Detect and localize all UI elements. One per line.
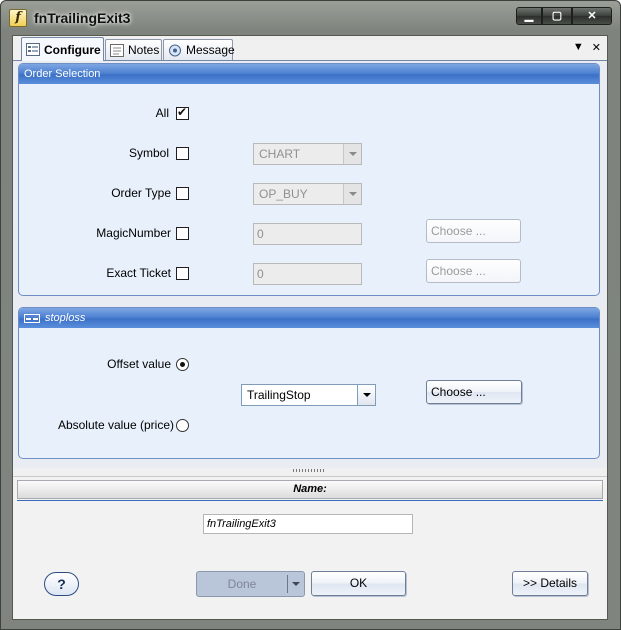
stoploss-title: stoploss: [45, 312, 86, 324]
symbol-combo-value: CHART: [259, 147, 301, 161]
exact-ticket-choose-button[interactable]: Choose ...: [426, 259, 521, 283]
offset-value-radio[interactable]: [176, 358, 189, 371]
title-bar[interactable]: f fnTrailingExit3 ▁ ▢ ✕: [1, 1, 620, 35]
magic-number-field[interactable]: 0: [253, 223, 362, 245]
grip-icon: [293, 469, 325, 472]
symbol-combo[interactable]: CHART: [253, 143, 362, 165]
dialog-client-area: Configure Notes Message ▼ ✕ Order Select…: [12, 35, 608, 620]
offset-value-combo[interactable]: TrailingStop: [241, 384, 376, 406]
configure-panel: Order Selection All Symbol CHART Order T…: [13, 60, 607, 468]
stoploss-header[interactable]: stoploss: [19, 308, 599, 328]
name-divider: [17, 500, 603, 501]
absolute-value-label: Absolute value (price): [57, 418, 174, 432]
minimize-button[interactable]: ▁: [516, 7, 542, 25]
chevron-down-icon: [343, 184, 361, 204]
offset-value-combo-value: TrailingStop: [247, 388, 311, 402]
tab-message[interactable]: Message: [163, 39, 235, 60]
order-type-checkbox[interactable]: [176, 187, 189, 200]
exact-ticket-label: Exact Ticket: [106, 266, 171, 280]
order-type-combo[interactable]: OP_BUY: [253, 183, 362, 205]
close-icon: ✕: [587, 10, 597, 22]
tab-configure[interactable]: Configure: [21, 37, 104, 61]
window-title: fnTrailingExit3: [34, 10, 131, 26]
chevron-down-icon: [343, 144, 361, 164]
help-button[interactable]: ?: [44, 572, 79, 596]
chevron-down-icon: [357, 385, 375, 405]
tab-menu-icon[interactable]: ▼: [573, 41, 584, 54]
tab-notes-label: Notes: [128, 43, 160, 57]
symbol-label: Symbol: [128, 146, 169, 160]
order-type-label: Order Type: [111, 186, 171, 200]
tab-close-icon[interactable]: ✕: [592, 41, 601, 54]
tab-notes[interactable]: Notes: [105, 39, 162, 60]
minimize-icon: ▁: [524, 10, 534, 22]
message-icon: [168, 44, 182, 57]
maximize-button[interactable]: ▢: [542, 7, 572, 25]
magic-number-label: MagicNumber: [96, 226, 171, 240]
tab-strip: Configure Notes Message ▼ ✕: [13, 36, 607, 61]
absolute-value-radio[interactable]: [176, 419, 189, 432]
order-type-combo-value: OP_BUY: [259, 187, 308, 201]
exact-ticket-checkbox[interactable]: [176, 267, 189, 280]
window-controls: ▁ ▢ ✕: [516, 7, 612, 25]
symbol-checkbox[interactable]: [176, 147, 189, 160]
tab-message-label: Message: [186, 43, 235, 57]
configure-icon: [26, 43, 40, 56]
order-selection-header: Order Selection: [19, 64, 599, 84]
done-button[interactable]: Done: [197, 572, 287, 596]
chevron-down-icon[interactable]: [288, 572, 304, 596]
stoploss-group: stoploss Offset value TrailingStop Choos…: [18, 307, 600, 459]
name-field[interactable]: fnTrailingExit3: [203, 514, 413, 534]
maximize-icon: ▢: [551, 10, 563, 22]
name-header: Name:: [17, 480, 603, 499]
application-window: f fnTrailingExit3 ▁ ▢ ✕ Configure Notes …: [0, 0, 621, 630]
panel-splitter[interactable]: [13, 468, 607, 476]
close-button[interactable]: ✕: [572, 7, 612, 25]
all-checkbox[interactable]: [176, 105, 189, 120]
offset-value-choose-button[interactable]: Choose ...: [426, 380, 522, 404]
all-label: All: [155, 106, 169, 120]
notes-icon: [110, 43, 124, 57]
offset-value-label: Offset value: [107, 357, 171, 371]
magic-number-checkbox[interactable]: [176, 227, 189, 240]
ok-button[interactable]: OK: [311, 571, 406, 596]
tab-tools: ▼ ✕: [573, 41, 601, 54]
tab-configure-label: Configure: [44, 42, 101, 57]
app-function-icon: f: [9, 9, 27, 27]
collapse-icon[interactable]: [24, 313, 40, 323]
order-selection-group: Order Selection All Symbol CHART Order T…: [18, 63, 600, 296]
done-split-button[interactable]: Done: [196, 571, 305, 597]
details-button[interactable]: >> Details: [512, 571, 588, 596]
magic-number-choose-button[interactable]: Choose ...: [426, 219, 521, 243]
footer-area: Name: fnTrailingExit3 ? Done OK >> Detai…: [13, 476, 607, 619]
exact-ticket-field[interactable]: 0: [253, 263, 362, 285]
